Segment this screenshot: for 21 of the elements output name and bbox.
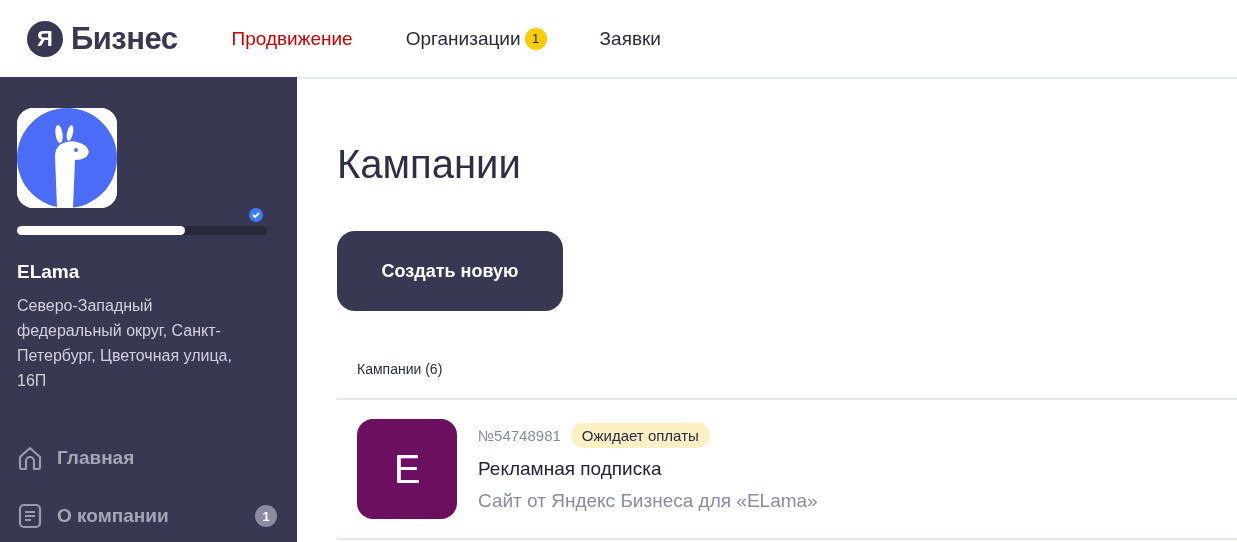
status-badge: Ожидает оплаты	[570, 423, 710, 448]
company-name: ELama	[17, 261, 81, 283]
campaign-subtitle: Сайт от Яндекс Бизнеса для «ELama»	[478, 490, 818, 512]
count-badge: 1	[524, 27, 547, 50]
sidebar-item-label[interactable]: О компании	[57, 505, 169, 527]
logo-mark: Я	[27, 20, 63, 57]
campaign-title[interactable]: Рекламная подписка	[478, 458, 818, 480]
nav-tab[interactable]: Продвижение	[231, 27, 353, 50]
list-heading: Кампании (6)	[337, 311, 1237, 400]
company-address: Северо-Западный федеральный округ, Санкт-Петербург, Цветочная улица, 16П	[17, 296, 233, 391]
campaign-avatar: E	[357, 419, 457, 519]
count-badge: 1	[255, 505, 277, 527]
sidebar-item-label[interactable]: Главная	[57, 447, 135, 469]
nav-tab[interactable]: Заявки	[599, 27, 661, 50]
home-icon	[17, 445, 43, 471]
create-button[interactable]: Создать новую	[337, 231, 563, 311]
campaign-number: №54748981	[478, 427, 561, 444]
document-icon	[17, 503, 43, 529]
logo-text: Бизнес	[71, 20, 178, 57]
nav-tab[interactable]: Организации 1	[405, 27, 547, 50]
page-title: Кампании	[337, 141, 522, 187]
